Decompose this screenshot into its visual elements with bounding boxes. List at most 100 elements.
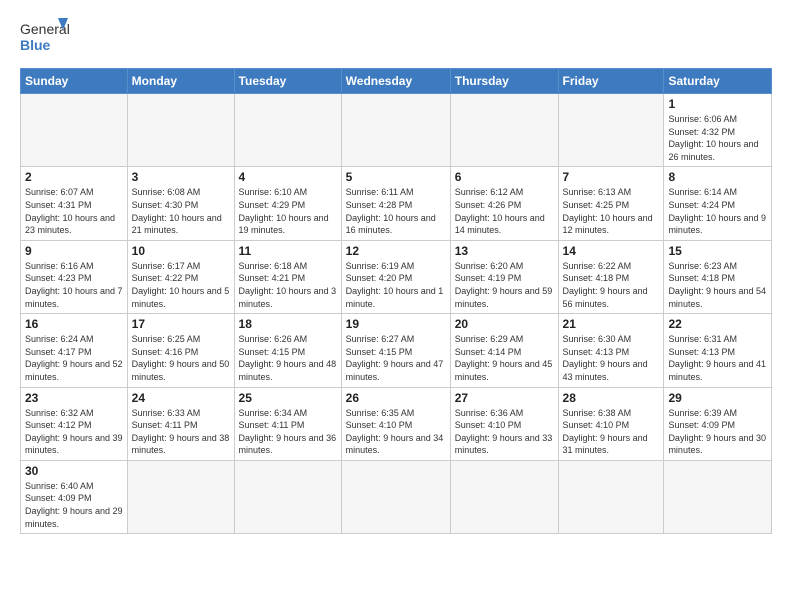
calendar-cell <box>558 460 664 533</box>
day-info: Sunrise: 6:23 AM Sunset: 4:18 PM Dayligh… <box>668 260 767 310</box>
calendar-cell <box>127 460 234 533</box>
calendar-week-1: 1 Sunrise: 6:06 AM Sunset: 4:32 PM Daylig… <box>21 94 772 167</box>
day-info: Sunrise: 6:10 AM Sunset: 4:29 PM Dayligh… <box>239 186 337 236</box>
day-info: Sunrise: 6:19 AM Sunset: 4:20 PM Dayligh… <box>346 260 446 310</box>
day-number: 14 <box>563 244 660 258</box>
day-info: Sunrise: 6:32 AM Sunset: 4:12 PM Dayligh… <box>25 407 123 457</box>
calendar-cell: 20 Sunrise: 6:29 AM Sunset: 4:14 PM Dayli… <box>450 314 558 387</box>
day-number: 10 <box>132 244 230 258</box>
calendar-cell <box>558 94 664 167</box>
calendar-cell: 8 Sunrise: 6:14 AM Sunset: 4:24 PM Daylig… <box>664 167 772 240</box>
day-number: 21 <box>563 317 660 331</box>
col-header-tuesday: Tuesday <box>234 69 341 94</box>
logo: General Blue <box>20 16 70 58</box>
day-info: Sunrise: 6:08 AM Sunset: 4:30 PM Dayligh… <box>132 186 230 236</box>
day-info: Sunrise: 6:11 AM Sunset: 4:28 PM Dayligh… <box>346 186 446 236</box>
day-number: 22 <box>668 317 767 331</box>
day-info: Sunrise: 6:40 AM Sunset: 4:09 PM Dayligh… <box>25 480 123 530</box>
calendar-cell: 18Sunrise: 6:26 AM Sunset: 4:15 PM Dayli… <box>234 314 341 387</box>
page: General Blue SundayMondayTuesdayWednesda… <box>0 0 792 612</box>
calendar-cell: 2Sunrise: 6:07 AM Sunset: 4:31 PM Daylig… <box>21 167 128 240</box>
day-info: Sunrise: 6:34 AM Sunset: 4:11 PM Dayligh… <box>239 407 337 457</box>
calendar-cell: 3 Sunrise: 6:08 AM Sunset: 4:30 PM Daylig… <box>127 167 234 240</box>
day-number: 29 <box>668 391 767 405</box>
calendar-cell: 6Sunrise: 6:12 AM Sunset: 4:26 PM Daylig… <box>450 167 558 240</box>
day-info: Sunrise: 6:33 AM Sunset: 4:11 PM Dayligh… <box>132 407 230 457</box>
col-header-sunday: Sunday <box>21 69 128 94</box>
day-number: 19 <box>346 317 446 331</box>
col-header-friday: Friday <box>558 69 664 94</box>
day-number: 4 <box>239 170 337 184</box>
day-number: 3 <box>132 170 230 184</box>
day-info: Sunrise: 6:29 AM Sunset: 4:14 PM Dayligh… <box>455 333 554 383</box>
calendar-cell: 17 Sunrise: 6:25 AM Sunset: 4:16 PM Dayli… <box>127 314 234 387</box>
day-info: Sunrise: 6:24 AM Sunset: 4:17 PM Dayligh… <box>25 333 123 383</box>
day-number: 24 <box>132 391 230 405</box>
header: General Blue <box>20 16 772 58</box>
day-number: 15 <box>668 244 767 258</box>
day-info: Sunrise: 6:14 AM Sunset: 4:24 PM Dayligh… <box>668 186 767 236</box>
calendar-week-4: 16 Sunrise: 6:24 AM Sunset: 4:17 PM Dayli… <box>21 314 772 387</box>
col-header-wednesday: Wednesday <box>341 69 450 94</box>
calendar-cell: 21 Sunrise: 6:30 AM Sunset: 4:13 PM Dayli… <box>558 314 664 387</box>
calendar-week-6: 30 Sunrise: 6:40 AM Sunset: 4:09 PM Dayli… <box>21 460 772 533</box>
calendar-header-row: SundayMondayTuesdayWednesdayThursdayFrid… <box>21 69 772 94</box>
calendar-cell <box>234 460 341 533</box>
calendar-week-3: 9Sunrise: 6:16 AM Sunset: 4:23 PM Daylig… <box>21 240 772 313</box>
day-info: Sunrise: 6:06 AM Sunset: 4:32 PM Dayligh… <box>668 113 767 163</box>
day-info: Sunrise: 6:26 AM Sunset: 4:15 PM Dayligh… <box>239 333 337 383</box>
generalblue-logo-icon: General Blue <box>20 16 70 58</box>
day-info: Sunrise: 6:22 AM Sunset: 4:18 PM Dayligh… <box>563 260 660 310</box>
day-info: Sunrise: 6:30 AM Sunset: 4:13 PM Dayligh… <box>563 333 660 383</box>
calendar-cell <box>234 94 341 167</box>
day-info: Sunrise: 6:12 AM Sunset: 4:26 PM Dayligh… <box>455 186 554 236</box>
day-number: 9 <box>25 244 123 258</box>
calendar-cell: 30 Sunrise: 6:40 AM Sunset: 4:09 PM Dayli… <box>21 460 128 533</box>
calendar-cell <box>341 94 450 167</box>
calendar-cell: 27 Sunrise: 6:36 AM Sunset: 4:10 PM Dayli… <box>450 387 558 460</box>
day-number: 23 <box>25 391 123 405</box>
calendar-cell: 15 Sunrise: 6:23 AM Sunset: 4:18 PM Dayli… <box>664 240 772 313</box>
day-number: 13 <box>455 244 554 258</box>
day-number: 26 <box>346 391 446 405</box>
day-number: 1 <box>668 97 767 111</box>
calendar-cell: 4 Sunrise: 6:10 AM Sunset: 4:29 PM Daylig… <box>234 167 341 240</box>
calendar-cell: 12Sunrise: 6:19 AM Sunset: 4:20 PM Dayli… <box>341 240 450 313</box>
day-number: 28 <box>563 391 660 405</box>
calendar-cell: 25 Sunrise: 6:34 AM Sunset: 4:11 PM Dayli… <box>234 387 341 460</box>
calendar: SundayMondayTuesdayWednesdayThursdayFrid… <box>20 68 772 534</box>
calendar-cell: 16 Sunrise: 6:24 AM Sunset: 4:17 PM Dayli… <box>21 314 128 387</box>
day-info: Sunrise: 6:17 AM Sunset: 4:22 PM Dayligh… <box>132 260 230 310</box>
day-number: 27 <box>455 391 554 405</box>
col-header-monday: Monday <box>127 69 234 94</box>
calendar-cell: 22 Sunrise: 6:31 AM Sunset: 4:13 PM Dayli… <box>664 314 772 387</box>
day-number: 17 <box>132 317 230 331</box>
day-info: Sunrise: 6:27 AM Sunset: 4:15 PM Dayligh… <box>346 333 446 383</box>
day-info: Sunrise: 6:36 AM Sunset: 4:10 PM Dayligh… <box>455 407 554 457</box>
day-info: Sunrise: 6:25 AM Sunset: 4:16 PM Dayligh… <box>132 333 230 383</box>
calendar-cell: 28Sunrise: 6:38 AM Sunset: 4:10 PM Dayli… <box>558 387 664 460</box>
calendar-cell: 24 Sunrise: 6:33 AM Sunset: 4:11 PM Dayli… <box>127 387 234 460</box>
day-number: 11 <box>239 244 337 258</box>
day-info: Sunrise: 6:20 AM Sunset: 4:19 PM Dayligh… <box>455 260 554 310</box>
calendar-cell: 19 Sunrise: 6:27 AM Sunset: 4:15 PM Dayli… <box>341 314 450 387</box>
day-number: 20 <box>455 317 554 331</box>
calendar-week-2: 2Sunrise: 6:07 AM Sunset: 4:31 PM Daylig… <box>21 167 772 240</box>
calendar-cell <box>127 94 234 167</box>
calendar-cell <box>21 94 128 167</box>
col-header-thursday: Thursday <box>450 69 558 94</box>
calendar-cell: 7Sunrise: 6:13 AM Sunset: 4:25 PM Daylig… <box>558 167 664 240</box>
day-info: Sunrise: 6:13 AM Sunset: 4:25 PM Dayligh… <box>563 186 660 236</box>
day-number: 8 <box>668 170 767 184</box>
day-info: Sunrise: 6:31 AM Sunset: 4:13 PM Dayligh… <box>668 333 767 383</box>
svg-text:Blue: Blue <box>20 37 51 53</box>
day-info: Sunrise: 6:18 AM Sunset: 4:21 PM Dayligh… <box>239 260 337 310</box>
calendar-cell <box>664 460 772 533</box>
day-number: 25 <box>239 391 337 405</box>
day-info: Sunrise: 6:35 AM Sunset: 4:10 PM Dayligh… <box>346 407 446 457</box>
calendar-cell: 11 Sunrise: 6:18 AM Sunset: 4:21 PM Dayli… <box>234 240 341 313</box>
calendar-cell: 10 Sunrise: 6:17 AM Sunset: 4:22 PM Dayli… <box>127 240 234 313</box>
day-number: 16 <box>25 317 123 331</box>
calendar-cell: 13 Sunrise: 6:20 AM Sunset: 4:19 PM Dayli… <box>450 240 558 313</box>
day-number: 30 <box>25 464 123 478</box>
